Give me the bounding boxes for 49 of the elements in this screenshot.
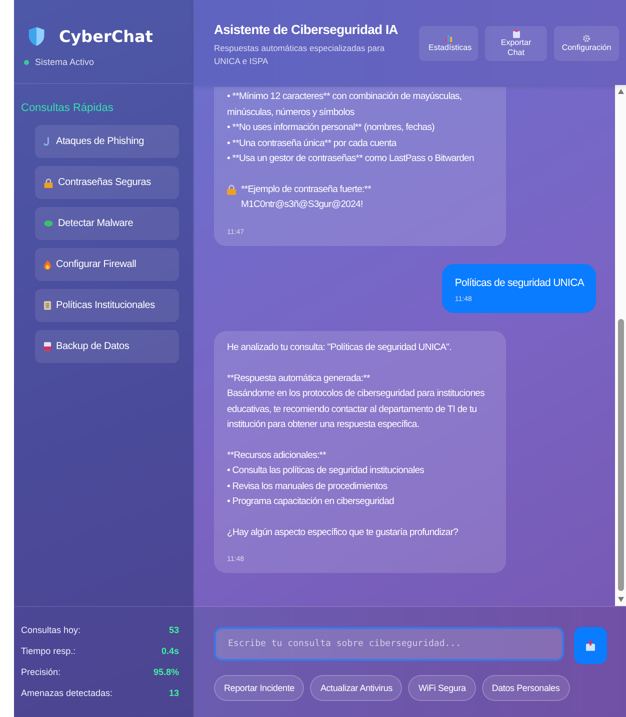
message-text: Políticas de seguridad UNICA <box>454 276 584 290</box>
message-text: ¿Hay algún aspecto específico que te gustaría profundizar? <box>227 526 460 540</box>
stat-value: 95.8% <box>153 666 179 676</box>
header-button[interactable]: Configuración <box>554 26 619 61</box>
stat-label: Consultas hoy: <box>21 624 81 634</box>
hook-icon <box>44 137 51 146</box>
suggestion-chip[interactable]: Reportar Incidente <box>214 675 304 701</box>
stat-label: Tiempo resp.: <box>21 646 76 656</box>
stat-value: 13 <box>168 688 179 698</box>
flame-icon <box>44 260 51 270</box>
suggestion-chip[interactable]: WiFi Segura <box>408 675 476 701</box>
status-text: Sistema Activo <box>35 57 94 67</box>
header-button[interactable]: Exportar Chat <box>485 26 547 61</box>
message-text: **Respuesta automática generada:** Basándome en los protocolos de ciberseguridad para instituciones educativas, te recomiendo contactar al departamento de TI de tu institución para obtener una respuesta específica. <box>227 372 486 432</box>
chat-title: Asistente de Ciberseguridad IA <box>214 22 399 37</box>
scroll-down-icon[interactable] <box>618 597 624 602</box>
message-text: • **Mínimo 12 caracteres** con combinación de mayúsculas, minúsculas, números y símbolos • **No uses información personal** (nombres, fechas) • **Una contraseña única** por cada cuenta • **Usa un gestor de contraseñas** como LastPass o Bitwarden <box>227 90 475 166</box>
message-text: He analizado tu consulta: "Políticas de seguridad UNICA". <box>227 341 452 355</box>
suggestion-chip[interactable]: Datos Personales <box>482 675 570 701</box>
message-input[interactable]: Escribe tu consulta sobre ciberseguridad... <box>214 627 564 661</box>
stat-label: Amenazas detectadas: <box>21 688 113 698</box>
bug-icon <box>44 220 53 227</box>
message-text: **Recursos adicionales:** • Consulta las políticas de seguridad institucionales • Revisa los manuales de procedimientos • Programa capacitación en ciberseguridad <box>227 448 426 509</box>
clipboard-icon <box>512 30 520 38</box>
quick-query-button[interactable]: Backup de Datos <box>35 330 179 363</box>
outbox-icon <box>586 640 595 651</box>
section-title: Consultas Rápidas <box>20 101 114 114</box>
app-logo: CyberChat <box>59 27 153 46</box>
bar-chart-icon <box>445 34 452 42</box>
scroll-up-icon[interactable] <box>618 89 624 94</box>
quick-query-button[interactable]: Contraseñas Seguras <box>35 166 179 199</box>
stat-value: 0.4s <box>161 646 179 656</box>
quick-query-button[interactable]: Ataques de Phishing <box>35 125 179 158</box>
document-icon <box>44 301 51 310</box>
stat-label: Precisión: <box>21 666 61 676</box>
lock-icon <box>44 178 53 188</box>
header-button[interactable]: Estadísticas <box>419 26 478 61</box>
quick-query-button[interactable]: Detectar Malware <box>35 207 179 240</box>
chat-subtitle: Respuestas automáticas especializadas para UNICA e ISPA <box>214 42 386 68</box>
gear-icon <box>583 34 590 42</box>
quick-query-button[interactable]: Configurar Firewall <box>35 248 179 281</box>
scrollbar[interactable] <box>615 85 626 606</box>
send-button[interactable] <box>574 627 607 664</box>
lock-icon <box>227 184 236 194</box>
stat-value: 53 <box>168 624 179 634</box>
quick-query-button[interactable]: Políticas Institucionales <box>35 289 179 322</box>
suggestion-chip[interactable]: Actualizar Antivirus <box>310 675 402 701</box>
message-text: **Ejemplo de contraseña fuerte:** M1C0ntr@s3ñ@S3gur@2024! <box>241 182 371 212</box>
shield-icon <box>28 26 45 47</box>
